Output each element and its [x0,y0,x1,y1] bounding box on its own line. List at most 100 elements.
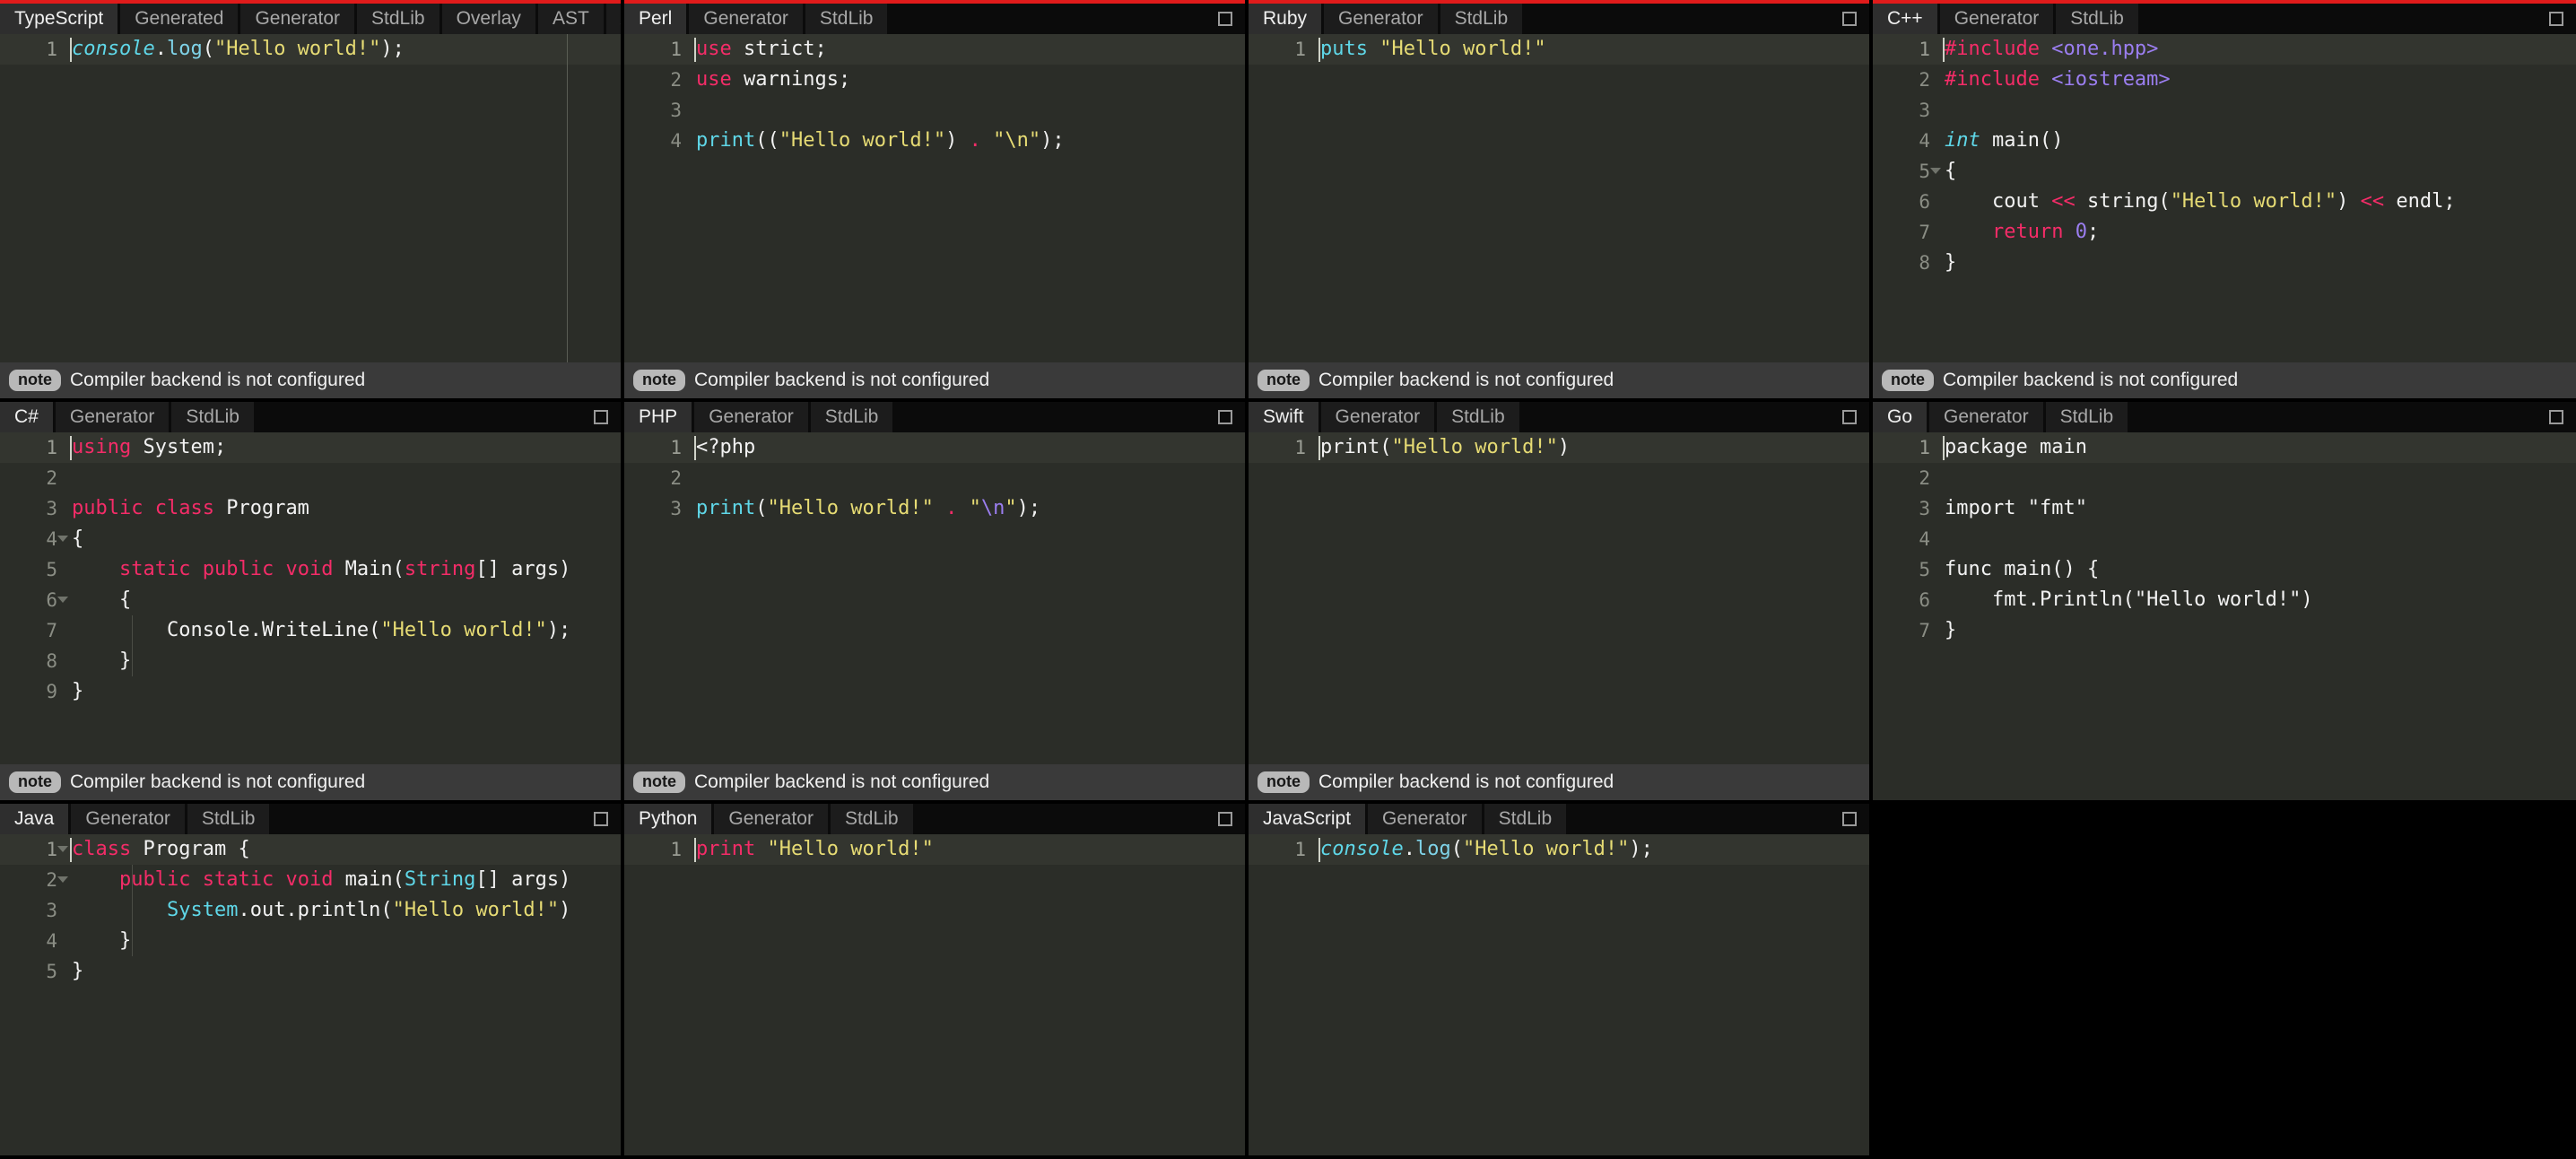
tab-javascript-generator[interactable]: Generator [1368,804,1482,834]
editor-panel-cpp: C++ Generator StdLib 1 2 3 4 5 6 7 8 #include <one.… [1873,0,2576,402]
tab-javascript-javascript[interactable]: JavaScript [1249,804,1366,834]
tabbar-csharp: C# Generator StdLib [0,402,621,432]
tab-typescript-generator[interactable]: Generator [240,4,355,34]
code-content[interactable]: using System; public class Program { stat… [65,432,621,764]
text-caret [694,38,696,62]
tab-java-stdlib[interactable]: StdLib [187,804,270,834]
tab-php-generator[interactable]: Generator [694,402,808,432]
code-editor-go[interactable]: 1 2 3 4 5 6 7 package main import "fmt" func ma… [1873,432,2576,800]
tab-swift-swift[interactable]: Swift [1249,402,1318,432]
tab-typescript-generated[interactable]: Generated [120,4,239,34]
line-number-gutter: 1 [1249,834,1313,1155]
fold-arrow-icon[interactable] [57,536,68,542]
tabbar-spacer [1569,804,1837,834]
tab-typescript-ast-json[interactable]: AST (json) [605,4,621,34]
maximize-icon[interactable] [1842,410,1857,424]
code-content[interactable]: console.log("Hello world!"); [1313,834,1869,1155]
code-content[interactable]: print "Hello world!" [689,834,1245,1155]
tab-ruby-stdlib[interactable]: StdLib [1440,4,1523,34]
line-number: 8 [1919,252,1930,274]
tab-php-php[interactable]: PHP [624,402,692,432]
status-bar-php: note Compiler backend is not configured [624,764,1245,800]
tab-typescript-ast[interactable]: AST [537,4,604,34]
tabbar-controls [1213,4,1245,34]
tabbar-spacer [915,804,1213,834]
tab-php-stdlib[interactable]: StdLib [810,402,893,432]
fold-arrow-icon[interactable] [57,846,68,852]
tab-typescript-typescript[interactable]: TypeScript [0,4,118,34]
maximize-icon[interactable] [1218,410,1232,424]
line-number: 3 [670,498,682,519]
tab-csharp-stdlib[interactable]: StdLib [171,402,254,432]
tab-python-generator[interactable]: Generator [714,804,828,834]
line-number-gutter: 1 [1249,34,1313,362]
maximize-icon[interactable] [1842,812,1857,826]
code-content[interactable]: package main import "fmt" func main() { … [1937,432,2576,800]
maximize-icon[interactable] [1218,12,1232,26]
code-lines: console.log("Hello world!"); [72,34,621,65]
code-content[interactable]: console.log("Hello world!"); [65,34,621,362]
code-editor-cpp[interactable]: 1 2 3 4 5 6 7 8 #include <one.hpp> #include <iost… [1873,34,2576,362]
maximize-icon[interactable] [594,812,608,826]
tab-perl-perl[interactable]: Perl [624,4,687,34]
code-line: Console.WriteLine("Hello world!"); [72,619,571,641]
code-line: return 0; [1991,221,2100,243]
tab-javascript-stdlib[interactable]: StdLib [1484,804,1567,834]
status-badge: note [633,771,685,794]
tab-typescript-overlay[interactable]: Overlay [441,4,535,34]
code-editor-java[interactable]: 1 2 3 4 5 class Program { public static void … [0,834,621,1155]
tab-python-python[interactable]: Python [624,804,712,834]
tabbar-typescript: TypeScript Generated Generator StdLib Overla… [0,0,621,34]
maximize-icon[interactable] [594,410,608,424]
tab-perl-stdlib[interactable]: StdLib [805,4,888,34]
tab-go-stdlib[interactable]: StdLib [2045,402,2128,432]
tab-swift-stdlib[interactable]: StdLib [1437,402,1519,432]
code-editor-swift[interactable]: 1 print("Hello world!") [1249,432,1869,764]
maximize-icon[interactable] [1218,812,1232,826]
tab-csharp-c[interactable]: C# [0,402,53,432]
code-content[interactable]: puts "Hello world!" [1313,34,1869,362]
code-editor-typescript[interactable]: 1 console.log("Hello world!"); [0,34,621,362]
code-lines: #include <one.hpp> #include <iostream> in… [1945,34,2576,278]
tab-go-generator[interactable]: Generator [1929,402,2043,432]
text-caret [1318,436,1320,460]
tab-java-java[interactable]: Java [0,804,69,834]
line-number: 1 [670,839,682,860]
code-editor-php[interactable]: 1 2 3 <?php print("Hello world!" . "\n"); [624,432,1245,764]
code-editor-javascript[interactable]: 1 console.log("Hello world!"); [1249,834,1869,1155]
code-editor-python[interactable]: 1 print "Hello world!" [624,834,1245,1155]
code-editor-perl[interactable]: 1 2 3 4 use strict; use warnings; print(("Hel… [624,34,1245,362]
tab-go-go[interactable]: Go [1873,402,1928,432]
tab-ruby-generator[interactable]: Generator [1324,4,1438,34]
fold-arrow-icon[interactable] [57,876,68,883]
line-number: 1 [1919,437,1930,458]
tab-cpp-generator[interactable]: Generator [1939,4,2054,34]
tab-cpp-c[interactable]: C++ [1873,4,1937,34]
code-content[interactable]: class Program { public static void main(… [65,834,621,1155]
fold-arrow-icon[interactable] [1930,168,1941,174]
tab-ruby-ruby[interactable]: Ruby [1249,4,1322,34]
maximize-icon[interactable] [1842,12,1857,26]
tabbar-spacer [1525,4,1837,34]
code-content[interactable]: use strict; use warnings; print(("Hello w… [689,34,1245,362]
tab-python-stdlib[interactable]: StdLib [830,804,913,834]
fold-arrow-icon[interactable] [57,597,68,603]
line-number: 1 [46,437,57,458]
tab-cpp-stdlib[interactable]: StdLib [2056,4,2138,34]
tab-swift-generator[interactable]: Generator [1320,402,1435,432]
maximize-icon[interactable] [2549,410,2563,424]
maximize-icon[interactable] [2549,12,2563,26]
code-editor-csharp[interactable]: 1 2 3 4 5 6 7 8 9 using System; public class Prog… [0,432,621,764]
code-line: System.out.println("Hello world!") [166,899,571,921]
code-line: func main() { [1945,558,2100,580]
code-content[interactable]: print("Hello world!") [1313,432,1869,764]
code-content[interactable]: <?php print("Hello world!" . "\n"); [689,432,1245,764]
tab-csharp-generator[interactable]: Generator [55,402,170,432]
tab-typescript-stdlib[interactable]: StdLib [357,4,439,34]
code-content[interactable]: #include <one.hpp> #include <iostream> in… [1937,34,2576,362]
tab-java-generator[interactable]: Generator [71,804,185,834]
code-editor-ruby[interactable]: 1 puts "Hello world!" [1249,34,1869,362]
tab-perl-generator[interactable]: Generator [689,4,803,34]
